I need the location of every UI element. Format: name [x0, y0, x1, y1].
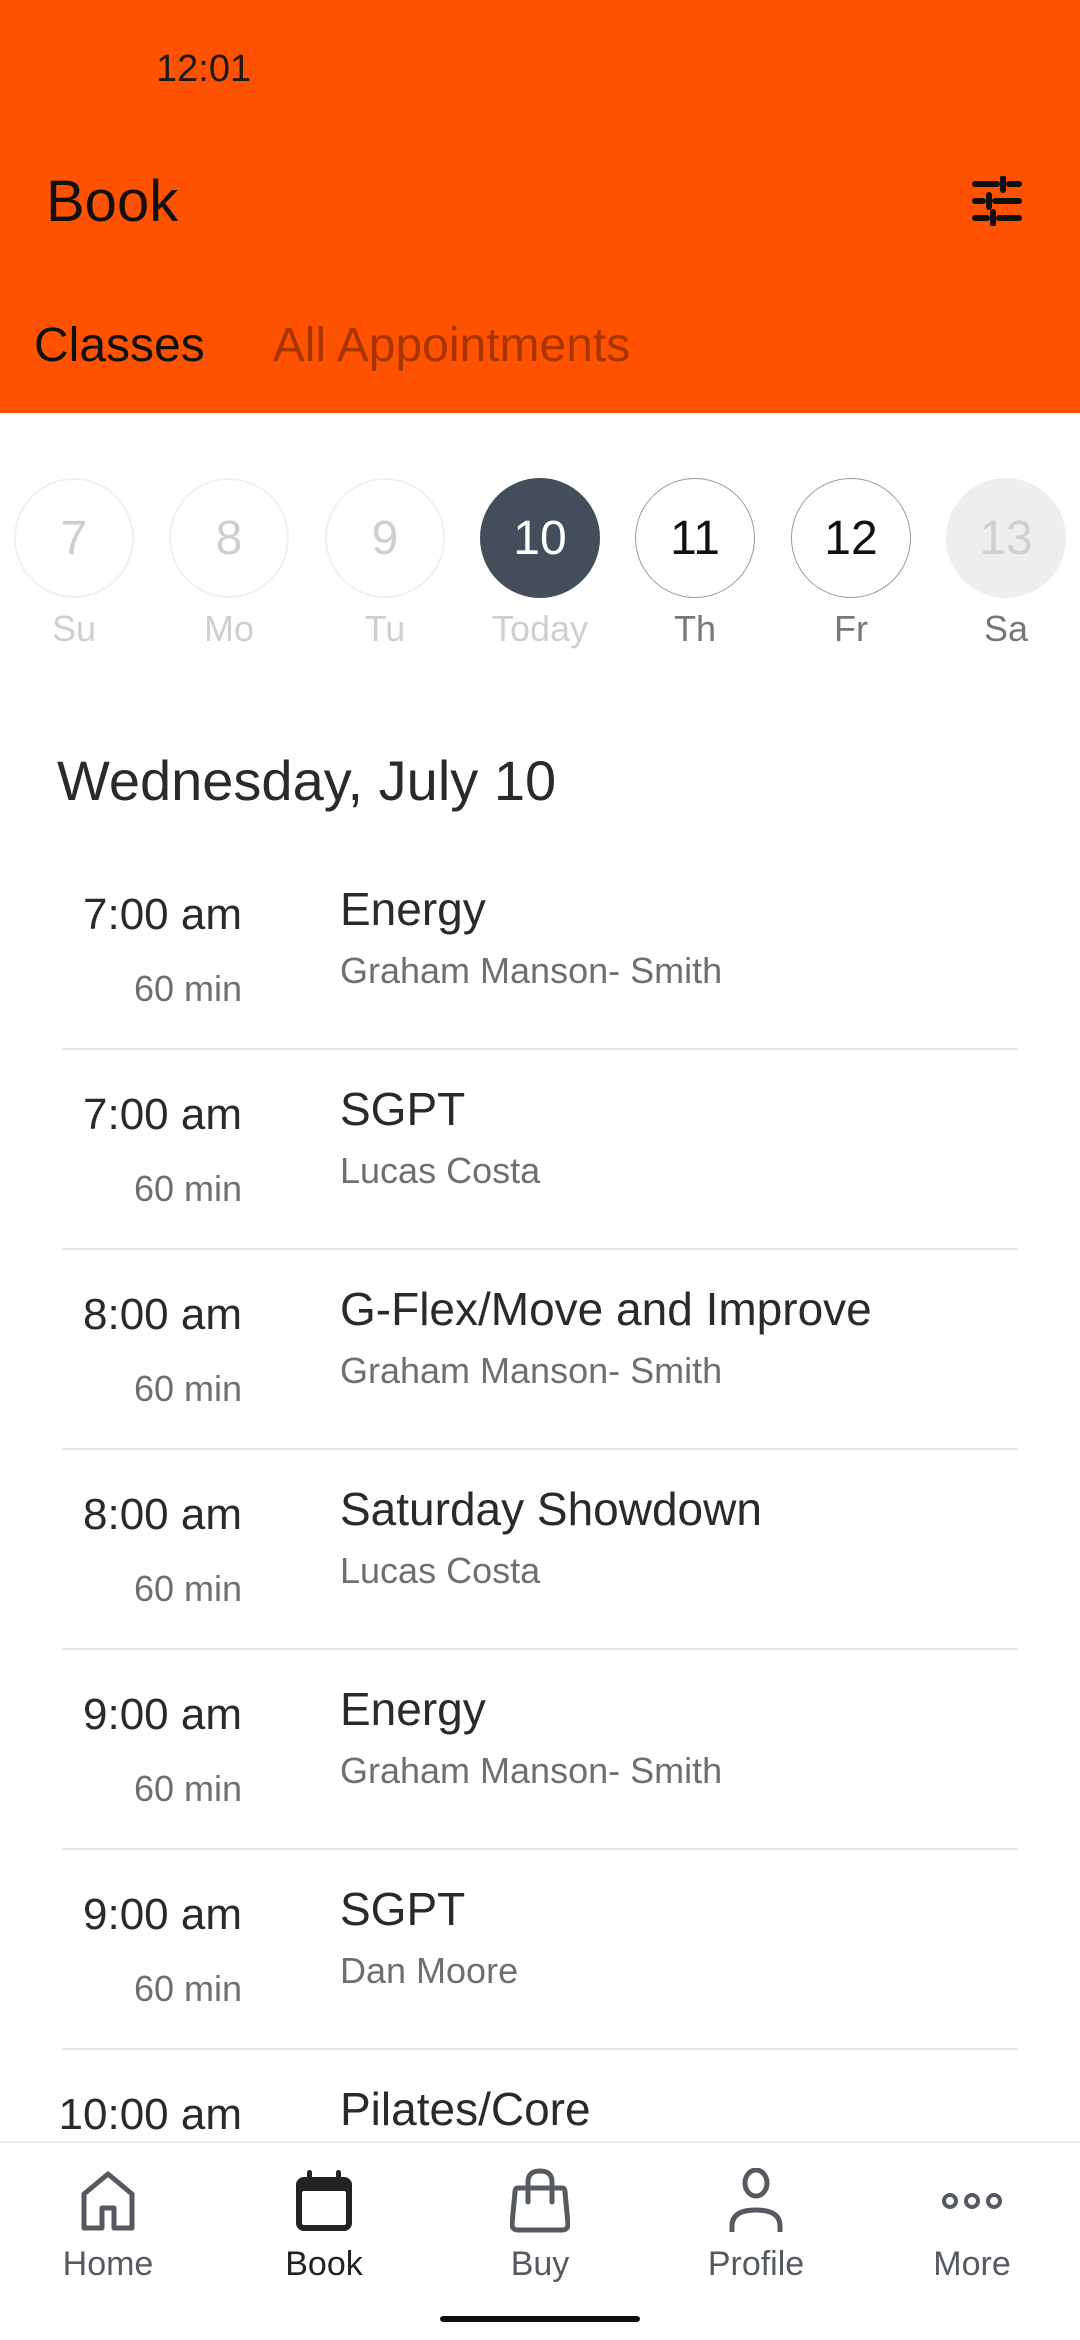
- sliders-filter-icon: [972, 176, 1022, 226]
- nav-label: More: [933, 2245, 1011, 2283]
- nav-label: Profile: [707, 2245, 805, 2283]
- nav-label: Home: [62, 2245, 154, 2283]
- class-time: 9:00 am: [83, 1690, 242, 1739]
- class-time: 8:00 am: [83, 1490, 242, 1539]
- day-number: 8: [169, 478, 289, 598]
- class-duration: 60 min: [133, 1568, 242, 1609]
- day-tuesday[interactable]: 9 Tu: [324, 478, 446, 650]
- class-name: G-Flex/Move and Improve: [340, 1283, 872, 1335]
- class-instructor: Dan Moore: [340, 1950, 519, 1991]
- nav-book[interactable]: Book: [216, 2165, 432, 2284]
- tab-all-appointments[interactable]: All Appointments: [239, 310, 665, 390]
- class-instructor: Lucas Costa: [340, 1550, 541, 1591]
- class-row[interactable]: 8:00 am 60 min G-Flex/Move and Improve G…: [0, 1250, 1080, 1450]
- tab-classes[interactable]: Classes: [0, 310, 239, 390]
- day-label: Today: [491, 608, 589, 649]
- class-row[interactable]: 7:00 am 60 min Energy Graham Manson- Smi…: [0, 850, 1080, 1050]
- class-name: Saturday Showdown: [340, 1483, 762, 1535]
- class-name: Energy: [340, 1683, 486, 1735]
- day-label: Fr: [834, 608, 868, 649]
- day-friday[interactable]: 12 Fr: [790, 478, 912, 650]
- day-number: 11: [635, 478, 755, 598]
- nav-home[interactable]: Home: [0, 2165, 216, 2284]
- class-name: SGPT: [340, 1883, 466, 1935]
- nav-profile[interactable]: Profile: [648, 2165, 864, 2284]
- home-indicator[interactable]: [440, 2316, 640, 2322]
- filter-button[interactable]: [966, 172, 1028, 230]
- day-number: 13: [946, 478, 1066, 598]
- class-instructor: Graham Manson- Smith: [340, 950, 723, 991]
- day-label: Su: [51, 608, 97, 649]
- class-time: 9:00 am: [83, 1890, 242, 1939]
- more-dots-icon: [942, 2193, 1002, 2209]
- nav-label: Book: [285, 2245, 363, 2283]
- day-monday[interactable]: 8 Mo: [168, 478, 290, 650]
- bottom-nav: Home Book Buy Profile More: [0, 2141, 1080, 2340]
- class-duration: 60 min: [133, 1968, 242, 2009]
- status-bar-time: 12:01: [156, 48, 252, 90]
- home-icon: [81, 2171, 135, 2231]
- class-name: Energy: [340, 883, 486, 935]
- nav-buy[interactable]: Buy: [432, 2165, 648, 2284]
- calendar-icon: [296, 2170, 352, 2231]
- class-duration: 60 min: [133, 1368, 242, 1409]
- date-heading: Wednesday, July 10: [57, 749, 557, 812]
- app-header: 12:01 Book Classes All Appointments: [0, 0, 1080, 413]
- class-name: Pilates/Core: [340, 2083, 591, 2135]
- class-instructor: Lucas Costa: [340, 1150, 541, 1191]
- nav-more[interactable]: More: [864, 2165, 1080, 2284]
- class-row[interactable]: 7:00 am 60 min SGPT Lucas Costa: [0, 1050, 1080, 1250]
- class-row[interactable]: 8:00 am 60 min Saturday Showdown Lucas C…: [0, 1450, 1080, 1650]
- class-list: 7:00 am 60 min Energy Graham Manson- Smi…: [0, 850, 1080, 2250]
- class-time: 10:00 am: [58, 2090, 242, 2139]
- class-time: 7:00 am: [83, 1090, 242, 1139]
- class-row[interactable]: 9:00 am 60 min Energy Graham Manson- Smi…: [0, 1650, 1080, 1850]
- day-sunday[interactable]: 7 Su: [13, 478, 135, 650]
- class-duration: 60 min: [133, 968, 242, 1009]
- class-duration: 60 min: [133, 1168, 242, 1209]
- page-title: Book: [46, 169, 179, 234]
- class-instructor: Graham Manson- Smith: [340, 1350, 723, 1391]
- day-label: Th: [673, 608, 716, 649]
- day-number: 10: [480, 478, 600, 598]
- day-number: 7: [14, 478, 134, 598]
- tab-bar: Classes All Appointments: [0, 310, 664, 390]
- day-number: 12: [791, 478, 911, 598]
- day-label: Mo: [203, 608, 254, 649]
- person-icon: [729, 2168, 783, 2232]
- day-label: Tu: [364, 608, 406, 649]
- class-time: 7:00 am: [83, 890, 242, 939]
- nav-label: Buy: [510, 2245, 570, 2283]
- day-number: 9: [325, 478, 445, 598]
- day-thursday[interactable]: 11 Th: [634, 478, 756, 650]
- class-duration: 60 min: [133, 1768, 242, 1809]
- day-label: Sa: [983, 608, 1029, 649]
- date-strip: 7 Su 8 Mo 9 Tu 10 Today 11 Th 12 Fr 13 S…: [0, 478, 1080, 658]
- shopping-bag-icon: [510, 2168, 570, 2233]
- day-saturday[interactable]: 13 Sa: [945, 478, 1067, 650]
- class-row[interactable]: 9:00 am 60 min SGPT Dan Moore: [0, 1850, 1080, 2050]
- day-today[interactable]: 10 Today: [479, 478, 601, 650]
- class-instructor: Graham Manson- Smith: [340, 1750, 723, 1791]
- class-name: SGPT: [340, 1083, 466, 1135]
- class-time: 8:00 am: [83, 1290, 242, 1339]
